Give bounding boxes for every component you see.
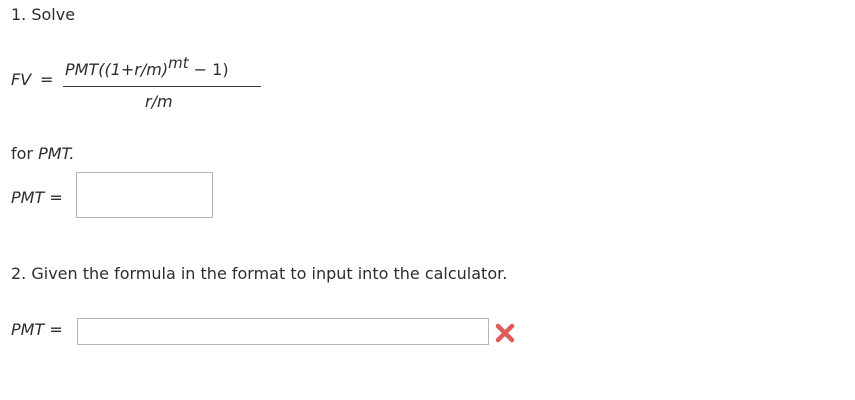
pmt-label-equals-1: =: [49, 188, 63, 207]
numerator-exponent: mt: [168, 54, 189, 72]
pmt-answer-input-1[interactable]: [76, 172, 213, 218]
question-2-title: 2. Given the formula in the format to in…: [11, 264, 508, 283]
fraction-bar: [63, 86, 261, 87]
fraction-numerator: PMT((1+r/m)mt − 1): [65, 54, 229, 79]
fraction-denominator: r/m: [145, 92, 173, 111]
equals-sign: =: [40, 70, 54, 89]
numerator-main: PMT((1+r/m): [65, 60, 169, 79]
pmt-answer-label-1: PMT =: [11, 188, 63, 207]
solve-for-variable: PMT.: [38, 144, 75, 163]
pmt-label-equals-2: =: [49, 320, 63, 339]
pmt-label-var-1: PMT: [11, 188, 45, 207]
incorrect-x-icon: [495, 323, 515, 343]
question-1-title: 1. Solve: [11, 5, 76, 24]
solve-for-text: for PMT.: [11, 144, 75, 163]
numerator-tail: − 1): [188, 60, 229, 79]
fv-variable: FV: [11, 70, 32, 89]
pmt-answer-label-2: PMT =: [11, 320, 63, 339]
pmt-label-var-2: PMT: [11, 320, 45, 339]
solve-for-prefix: for: [11, 144, 39, 163]
pmt-answer-input-2[interactable]: [77, 318, 489, 345]
